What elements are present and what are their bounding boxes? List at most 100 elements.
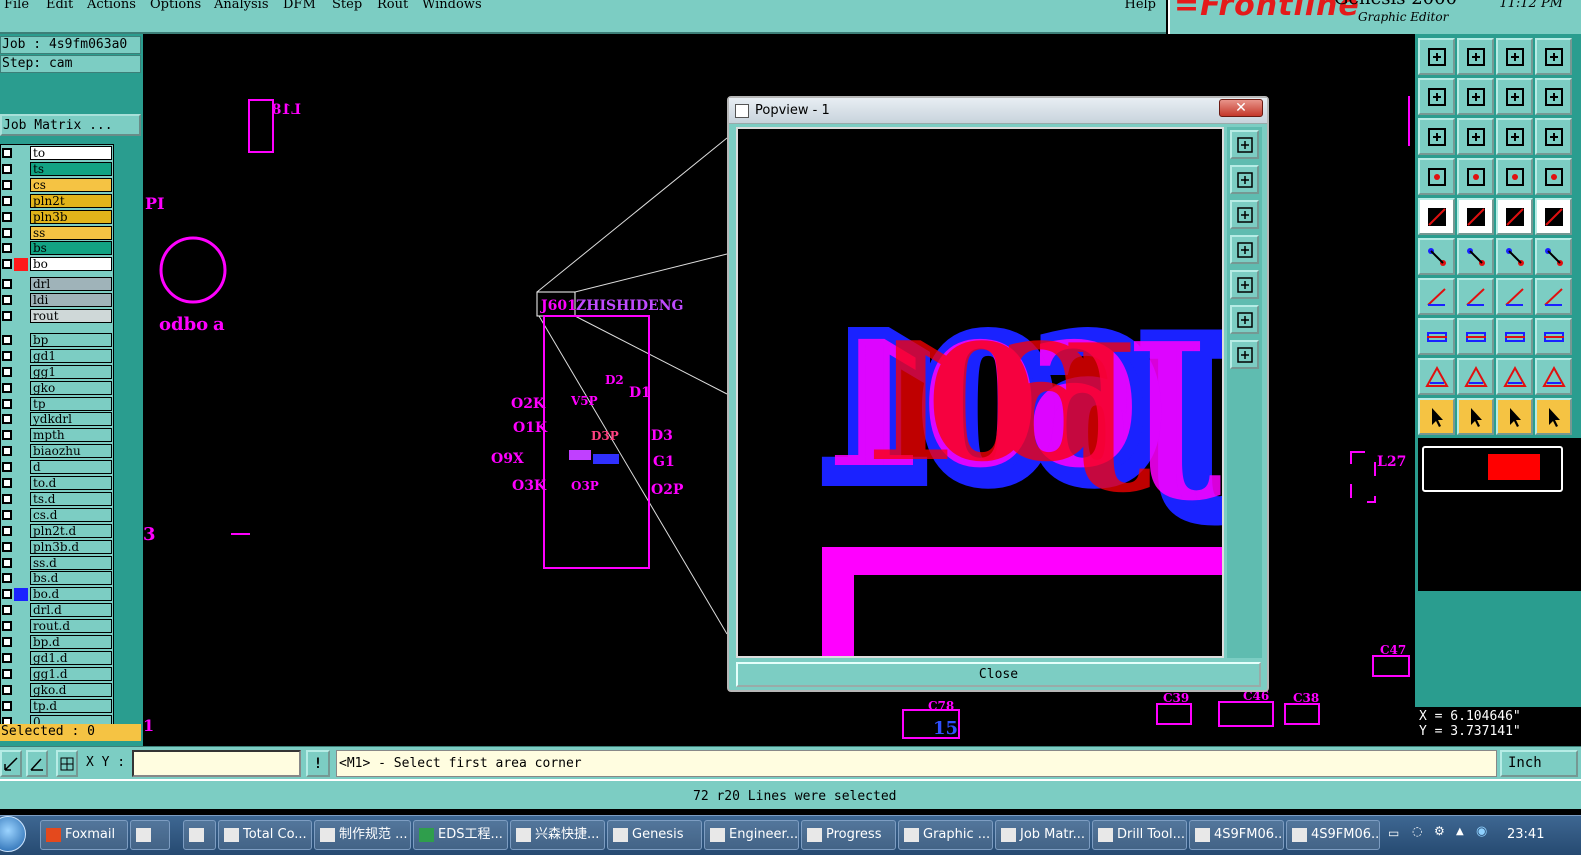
layer-name[interactable]: bo: [30, 257, 112, 272]
layer-name[interactable]: pln3b: [30, 209, 112, 224]
layer-row-pln2t-d[interactable]: pln2t.d: [1, 523, 113, 538]
layer-name[interactable]: drl.d: [30, 603, 112, 618]
xy-input[interactable]: [132, 750, 301, 777]
layer-name[interactable]: d: [30, 460, 112, 475]
taskbar-item-6[interactable]: 兴森快捷...: [510, 820, 605, 850]
layer-checkbox[interactable]: [2, 684, 12, 695]
taskbar-item-0[interactable]: Foxmail: [40, 820, 128, 850]
layer-row-rout-d[interactable]: rout.d: [1, 619, 113, 634]
layer-name[interactable]: bp: [30, 332, 112, 347]
layer-checkbox[interactable]: [2, 462, 12, 473]
layer-checkbox[interactable]: [2, 446, 12, 457]
layer-checkbox[interactable]: [2, 541, 12, 552]
taskbar-item-13[interactable]: 4S9FM06...: [1189, 820, 1284, 850]
layer-name[interactable]: to: [30, 146, 112, 160]
taskbar-item-3[interactable]: Total Co...: [218, 820, 312, 850]
arc-point-button[interactable]: [1535, 238, 1572, 275]
pointer-button[interactable]: [1418, 398, 1455, 435]
layer-checkbox[interactable]: [2, 414, 12, 425]
overview-map[interactable]: [1418, 438, 1581, 591]
layer-checkbox[interactable]: [2, 573, 12, 584]
arc-button[interactable]: [1496, 278, 1533, 315]
layer-checkbox[interactable]: [2, 652, 12, 663]
layer-name[interactable]: rout: [30, 309, 112, 323]
taskbar-item-12[interactable]: Drill Tool...: [1092, 820, 1187, 850]
traffic-light-button[interactable]: [1496, 158, 1533, 195]
arrow-right-button[interactable]: [1230, 270, 1259, 299]
layer-name[interactable]: pln2t.d: [30, 523, 112, 538]
home-button[interactable]: [1496, 38, 1533, 75]
layer-row-pln3b-d[interactable]: pln3b.d: [1, 539, 113, 554]
layer-row-gko[interactable]: gko: [1, 380, 113, 395]
layer-row-ss-d[interactable]: ss.d: [1, 555, 113, 570]
layer-row-bp[interactable]: bp: [1, 332, 113, 347]
pan-left-button[interactable]: [1418, 78, 1455, 115]
arrow-up-button[interactable]: [1230, 165, 1259, 194]
layer-checkbox[interactable]: [2, 605, 12, 616]
layer-name[interactable]: ydkdrl: [30, 412, 112, 427]
layer-checkbox[interactable]: [2, 557, 12, 568]
arrow-down-button[interactable]: [1230, 200, 1259, 229]
layer-name[interactable]: biaozhu: [30, 444, 112, 459]
open-step-button[interactable]: [1418, 38, 1455, 75]
layer-row-gg1-d[interactable]: gg1.d: [1, 666, 113, 681]
connect-button[interactable]: [1418, 238, 1455, 275]
layer-name[interactable]: ts.d: [30, 491, 112, 506]
layer-checkbox[interactable]: [2, 350, 12, 361]
network-icon[interactable]: ◉: [1476, 824, 1487, 839]
layer-checkbox[interactable]: [2, 295, 12, 306]
layer-row-drl-d[interactable]: drl.d: [1, 603, 113, 618]
menu-help[interactable]: Help: [1124, 0, 1156, 12]
menu-windows[interactable]: Windows: [422, 0, 482, 12]
layer-name[interactable]: rout.d: [30, 619, 112, 634]
key-button[interactable]: [1457, 158, 1494, 195]
taskbar-item-10[interactable]: Graphic ...: [898, 820, 993, 850]
chat-icon[interactable]: ◌: [1412, 824, 1422, 838]
layer-checkbox[interactable]: [2, 493, 12, 504]
layer-row-ss[interactable]: ss: [1, 225, 113, 240]
layer-row-rout[interactable]: rout: [1, 309, 113, 323]
popview-close-button[interactable]: Close: [736, 662, 1261, 687]
layer-name[interactable]: gd1.d: [30, 650, 112, 665]
popview-titlebar[interactable]: Popview - 1 ✕: [729, 98, 1267, 124]
circle-button[interactable]: [1535, 198, 1572, 235]
triangle-button[interactable]: [1418, 358, 1455, 395]
layer-checkbox[interactable]: [2, 430, 12, 441]
layer-name[interactable]: gko.d: [30, 682, 112, 697]
signal-button[interactable]: [1535, 158, 1572, 195]
layer-name[interactable]: cs: [30, 177, 112, 192]
layer-row-cs-d[interactable]: cs.d: [1, 507, 113, 522]
layer-checkbox[interactable]: [2, 509, 12, 520]
save-button[interactable]: [1457, 38, 1494, 75]
layer-checkbox[interactable]: [2, 211, 12, 222]
layer-name[interactable]: drl: [30, 277, 112, 292]
layer-name[interactable]: mpth: [30, 428, 112, 443]
arrow-left-button[interactable]: [1230, 235, 1259, 264]
layer-checkbox[interactable]: [2, 195, 12, 206]
font-button[interactable]: [1535, 278, 1572, 315]
snap-button[interactable]: [1496, 318, 1533, 355]
taskbar-item-14[interactable]: 4S9FM06...: [1286, 820, 1380, 850]
layer-checkbox[interactable]: [2, 148, 12, 158]
layer-row-bo[interactable]: bo: [1, 257, 113, 272]
layer-row-gko-d[interactable]: gko.d: [1, 682, 113, 697]
taskbar-item-4[interactable]: 制作规范 ...: [314, 820, 411, 850]
menu-edit[interactable]: Edit: [46, 0, 73, 12]
layer-name[interactable]: ts: [30, 161, 112, 176]
zoom-home-button[interactable]: [1457, 118, 1494, 155]
measure-bar-button[interactable]: [1496, 198, 1533, 235]
pointer-multi-button[interactable]: [1535, 398, 1572, 435]
triangle-a-button[interactable]: [1457, 358, 1494, 395]
layer-name[interactable]: gko: [30, 380, 112, 395]
filter-button[interactable]: [1418, 158, 1455, 195]
arch-a2-button[interactable]: [1535, 358, 1572, 395]
layer-checkbox[interactable]: [2, 259, 12, 270]
layer-checkbox[interactable]: [2, 478, 12, 488]
layer-row-pln2t[interactable]: pln2t: [1, 193, 113, 208]
layer-row-biaozhu[interactable]: biaozhu: [1, 444, 113, 459]
scale-1-2-button[interactable]: [1496, 118, 1533, 155]
layer-checkbox[interactable]: [2, 637, 12, 647]
zoom-in-button[interactable]: [1230, 130, 1259, 159]
keyboard-icon[interactable]: ▭: [1388, 826, 1399, 840]
alert-button[interactable]: !: [306, 750, 330, 777]
